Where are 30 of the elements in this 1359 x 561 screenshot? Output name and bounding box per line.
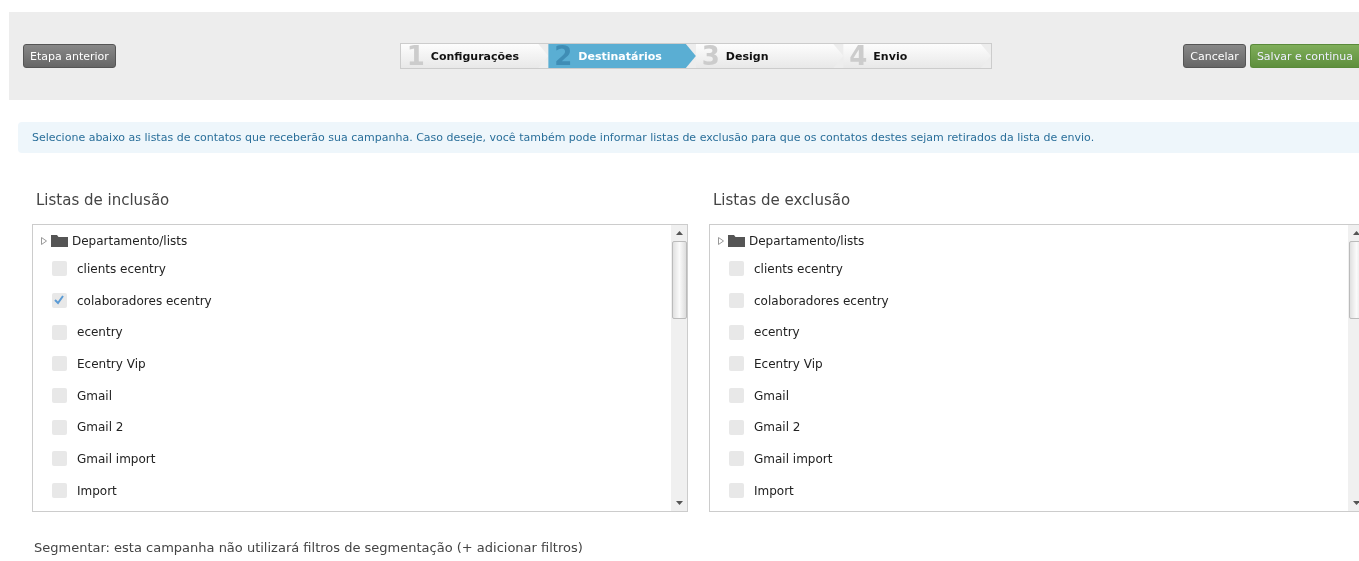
folder-label[interactable]: Departamento/lists <box>72 233 188 248</box>
list-label[interactable]: Import <box>77 483 117 498</box>
expand-icon[interactable] <box>718 236 724 245</box>
back-button[interactable]: Etapa anterior <box>23 44 116 68</box>
info-message: Selecione abaixo as listas de contatos que receberão sua campanha. Caso deseje, você também pode informar listas de exclusão para que os contatos destes sejam retirados da lista de envio. <box>18 122 1359 153</box>
list-label[interactable]: Ecentry Vip <box>77 356 146 371</box>
list-label[interactable]: Ecentry Vip <box>754 356 823 371</box>
list-label[interactable]: Gmail 2 <box>754 420 801 435</box>
list-label[interactable]: Gmail 2 <box>77 420 124 435</box>
panel-title: Listas de inclusão <box>35 191 171 209</box>
panel-title: Listas de exclusão <box>712 191 852 209</box>
folder-icon <box>728 234 745 247</box>
list-label[interactable]: Import <box>754 483 794 498</box>
folder-icon <box>51 234 68 247</box>
list-label[interactable]: Gmail <box>754 388 789 403</box>
cancel-button[interactable]: Cancelar <box>1183 44 1246 68</box>
segment-text: Segmentar: esta campanha não utilizará filtros de segmentação (+ adicionar filtros) <box>34 540 584 555</box>
list-label[interactable]: ecentry <box>77 325 123 340</box>
folder-label[interactable]: Departamento/lists <box>749 233 865 248</box>
list-label[interactable]: clients ecentry <box>754 261 843 276</box>
checkbox[interactable] <box>52 293 67 309</box>
list-label[interactable]: Gmail import <box>754 451 833 466</box>
list-label[interactable]: Gmail import <box>77 451 156 466</box>
list-label[interactable]: ecentry <box>754 325 800 340</box>
list-label[interactable]: clients ecentry <box>77 261 166 276</box>
list-label[interactable]: Gmail <box>77 388 112 403</box>
expand-icon[interactable] <box>41 236 47 245</box>
scrollbar[interactable] <box>671 225 687 511</box>
list-label[interactable]: colaboradores ecentry <box>754 293 889 308</box>
list-label[interactable]: colaboradores ecentry <box>77 293 212 308</box>
